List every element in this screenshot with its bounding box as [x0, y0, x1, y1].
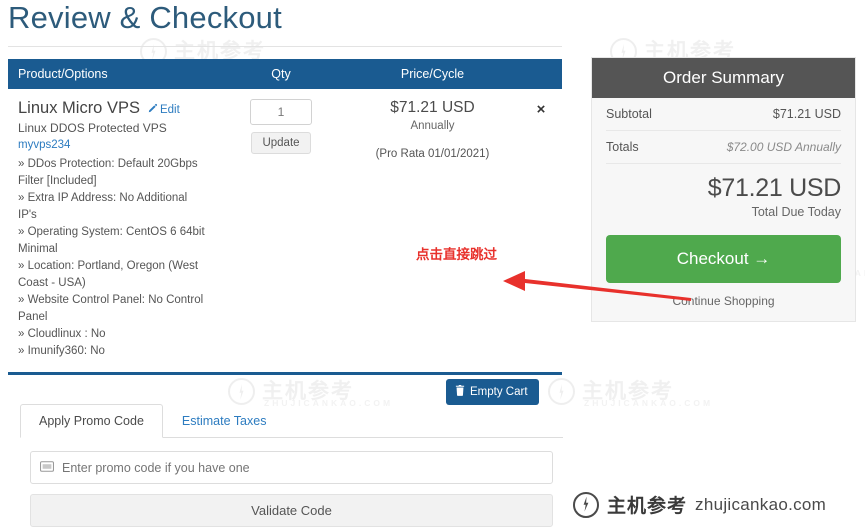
promo-code-input[interactable] [62, 460, 543, 475]
watermark-domain-text: ZHUJICANKAO.COM [584, 398, 714, 408]
summary-label-totals: Totals [606, 140, 639, 154]
order-summary-heading: Order Summary [592, 58, 855, 98]
edit-product-link[interactable]: Edit [147, 103, 180, 117]
empty-cart-label: Empty Cart [470, 386, 528, 398]
update-button[interactable]: Update [251, 132, 311, 154]
product-subtitle: Linux DDOS Protected VPS [18, 121, 167, 135]
cell-product: Linux Micro VPS Edit Linux DDOS Protected… [8, 89, 217, 375]
watermark-cn-text: 主机参考 [262, 379, 354, 403]
watermark: 主机参考 ZHUJICANKAO.COM [228, 378, 390, 408]
total-due-amount: $71.21 USD [707, 174, 842, 202]
summary-row-subtotal: Subtotal $71.21 USD [606, 98, 841, 131]
watermark-logo-icon [228, 378, 255, 405]
cart-table: Product/Options Qty Price/Cycle Linux Mi… [8, 59, 562, 375]
summary-value-subtotal: $71.21 USD [772, 107, 841, 121]
list-item: » Extra IP Address: No Additional IP's [18, 191, 188, 221]
promo-input-wrapper [30, 451, 553, 484]
summary-value-totals: $72.00 USD Annually [726, 140, 841, 154]
summary-label-subtotal: Subtotal [606, 107, 652, 121]
column-header-product: Product/Options [8, 59, 217, 89]
lightning-circle-icon [573, 491, 599, 518]
list-item: » DDos Protection: Default 20Gbps Filter… [18, 157, 198, 187]
cart-table-body: Linux Micro VPS Edit Linux DDOS Protected… [8, 89, 562, 375]
column-header-qty: Qty [217, 59, 345, 89]
checkout-page: 主机参考 ZHUJICANKAO.COM 主机参考 ZHUJICANKAO.CO… [0, 0, 865, 530]
pencil-icon [147, 103, 158, 117]
site-logo-cn-text: 主机参考 [607, 495, 688, 517]
validate-code-button[interactable]: Validate Code [30, 494, 553, 527]
trash-icon [455, 385, 465, 399]
annotation-text: 点击直接跳过 [416, 247, 497, 263]
site-logo: 主机参考 zhujicankao.com [573, 491, 826, 518]
list-item: » Imunify360: No [18, 344, 105, 357]
product-config-list: » DDos Protection: Default 20Gbps Filter… [18, 156, 207, 360]
ticket-icon [40, 459, 55, 477]
page-title: Review & Checkout [8, 0, 282, 35]
product-identifier: myvps234 [18, 139, 71, 152]
table-row: Linux Micro VPS Edit Linux DDOS Protected… [8, 89, 562, 375]
watermark-logo-icon [548, 378, 575, 405]
edit-product-label: Edit [159, 104, 180, 116]
cart-table-head: Product/Options Qty Price/Cycle [8, 59, 562, 89]
annotation-arrow-icon [503, 271, 691, 301]
promo-tabs: Apply Promo Code Estimate Taxes [20, 404, 563, 438]
cart-panel: Product/Options Qty Price/Cycle Linux Mi… [8, 46, 562, 375]
site-logo-domain-text: zhujicankao.com [695, 494, 827, 514]
quantity-input[interactable] [250, 99, 312, 125]
divider [8, 46, 562, 59]
product-name: Linux Micro VPS [18, 99, 140, 117]
summary-row-totals: Totals $72.00 USD Annually [606, 131, 841, 164]
column-header-price: Price/Cycle [345, 59, 520, 89]
billing-cycle: Annually [410, 120, 455, 132]
remove-item-icon[interactable]: × [537, 99, 546, 117]
list-item: » Location: Portland, Oregon (West Coast… [18, 259, 199, 289]
promo-panel: Apply Promo Code Estimate Taxes Validate… [20, 404, 563, 527]
pro-rata-note: (Pro Rata 01/01/2021) [375, 148, 490, 160]
arrow-right-icon: → [753, 249, 771, 268]
watermark-cn-text: 主机参考 [582, 379, 674, 403]
list-item: » Website Control Panel: No Control Pane… [18, 293, 204, 323]
product-price: $71.21 USD [390, 99, 475, 116]
watermark: 主机参考 ZHUJICANKAO.COM [548, 378, 710, 408]
total-due-label: Total Due Today [751, 205, 841, 219]
tab-estimate-taxes[interactable]: Estimate Taxes [163, 404, 286, 438]
column-header-remove [520, 59, 562, 89]
table-header-row: Product/Options Qty Price/Cycle [8, 59, 562, 89]
cell-qty: Update [217, 89, 345, 375]
promo-body: Validate Code [20, 438, 563, 527]
cell-price: $71.21 USD Annually (Pro Rata 01/01/2021… [345, 89, 520, 375]
list-item: » Operating System: CentOS 6 64bit Minim… [18, 225, 205, 255]
tab-apply-promo-code[interactable]: Apply Promo Code [20, 404, 163, 438]
empty-cart-button[interactable]: Empty Cart [446, 379, 539, 405]
list-item: » Cloudlinux : No [18, 327, 106, 340]
cell-remove: × [520, 89, 562, 375]
